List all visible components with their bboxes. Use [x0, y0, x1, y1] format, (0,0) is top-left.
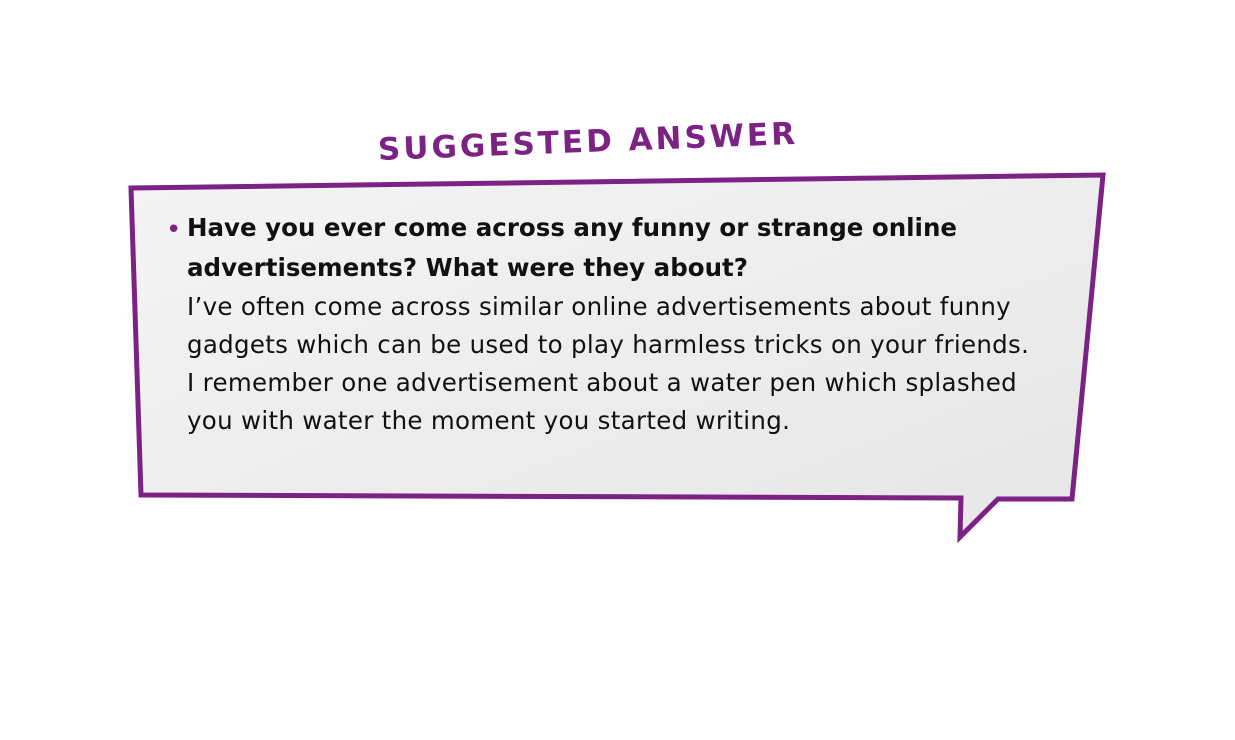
question-text: Have you ever come across any funny or s… — [187, 213, 958, 282]
answer-content: • Have you ever come across any funny or… — [166, 208, 1036, 440]
bullet-point: • — [166, 215, 182, 245]
answer-text: I’ve often come across similar online ad… — [187, 292, 1030, 435]
